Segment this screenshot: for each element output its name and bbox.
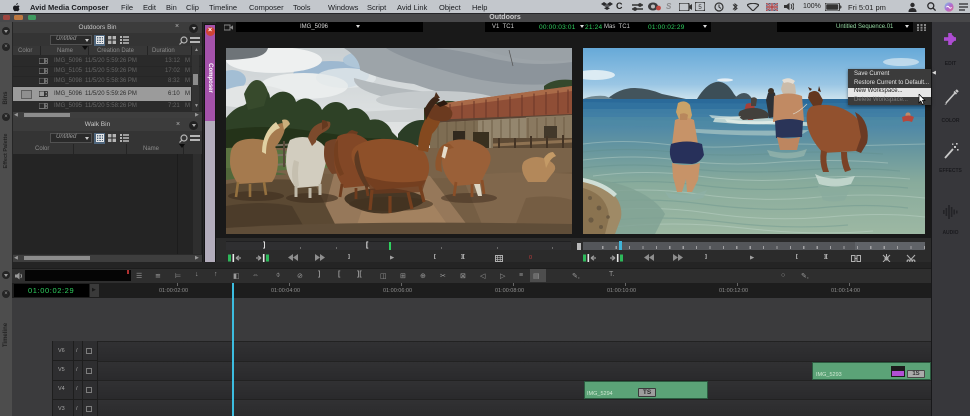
svg-text:5: 5 (698, 5, 702, 11)
